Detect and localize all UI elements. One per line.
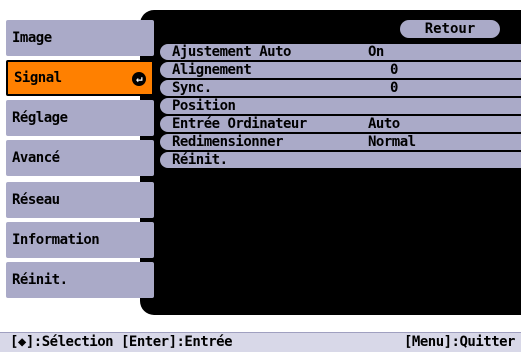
- option-alignement[interactable]: Alignement 0: [160, 62, 521, 78]
- menu-item-signal[interactable]: Signal ↵: [6, 60, 154, 96]
- option-position[interactable]: Position: [160, 98, 521, 114]
- option-label: Réinit.: [172, 152, 228, 168]
- option-value: Normal: [368, 134, 416, 150]
- option-reinit[interactable]: Réinit.: [160, 152, 521, 168]
- footer-hint-bar: [◆]:Sélection [Enter]:Entrée [Menu]:Quit…: [0, 332, 521, 352]
- menu-item-reinit[interactable]: Réinit.: [6, 262, 154, 298]
- option-value: On: [368, 44, 384, 60]
- option-entree-ordinateur[interactable]: Entrée Ordinateur Auto: [160, 116, 521, 132]
- option-redimensionner[interactable]: Redimensionner Normal: [160, 134, 521, 150]
- option-label: Entrée Ordinateur: [172, 116, 307, 132]
- menu-item-reglage[interactable]: Réglage: [6, 100, 154, 136]
- menu-item-label: Réglage: [12, 110, 68, 126]
- option-value: 0: [390, 80, 398, 96]
- menu-item-reseau[interactable]: Réseau: [6, 182, 154, 218]
- menu-item-label: Information: [12, 232, 100, 248]
- option-label: Ajustement Auto: [172, 44, 291, 60]
- option-value: 0: [390, 62, 398, 78]
- menu-item-label: Signal: [14, 70, 62, 86]
- option-sync[interactable]: Sync. 0: [160, 80, 521, 96]
- menu-item-information[interactable]: Information: [6, 222, 154, 258]
- footer-hint-left: [◆]:Sélection [Enter]:Entrée: [10, 334, 233, 350]
- option-value: Auto: [368, 116, 400, 132]
- option-label: Position: [172, 98, 236, 114]
- back-button[interactable]: Retour: [400, 20, 500, 38]
- enter-icon: ↵: [132, 72, 146, 86]
- option-label: Redimensionner: [172, 134, 284, 150]
- option-label: Sync.: [172, 80, 212, 96]
- menu-item-label: Réinit.: [12, 272, 68, 288]
- footer-hint-right: [Menu]:Quitter: [403, 334, 516, 350]
- menu-item-avance[interactable]: Avancé: [6, 140, 154, 176]
- option-ajustement-auto[interactable]: Ajustement Auto On: [160, 44, 521, 60]
- option-label: Alignement: [172, 62, 252, 78]
- menu-item-label: Réseau: [12, 192, 60, 208]
- menu-item-image[interactable]: Image: [6, 20, 154, 56]
- menu-item-label: Image: [12, 30, 52, 46]
- menu-item-label: Avancé: [12, 150, 60, 166]
